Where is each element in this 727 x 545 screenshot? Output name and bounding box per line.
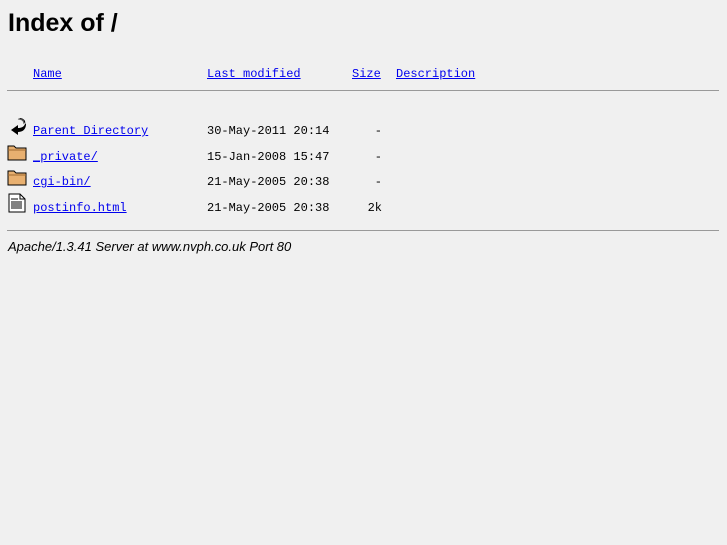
size-cell: - [374,175,382,189]
server-signature: Apache/1.3.41 Server at www.nvph.co.uk P… [8,239,292,254]
page-title: Index of / [8,9,118,37]
size-cell: - [374,124,382,138]
modified-cell: 30-May-2011 20:14 [207,124,330,138]
sort-modified-link[interactable]: Last modified [207,67,301,81]
divider [7,230,719,231]
file-link[interactable]: Parent Directory [33,124,148,138]
sort-description-link[interactable]: Description [396,67,475,81]
size-cell: - [374,149,382,164]
file-link[interactable]: cgi-bin/ [33,175,91,189]
sort-name-link[interactable]: Name [33,67,62,81]
modified-cell: 21-May-2005 20:38 [207,175,330,189]
back-icon [7,116,27,136]
folder-icon [7,167,27,187]
folder-icon [7,142,27,162]
divider [7,90,719,91]
modified-cell: 21-May-2005 20:38 [207,200,330,215]
file-link[interactable]: postinfo.html [33,201,127,215]
text-file-icon [7,193,27,213]
modified-cell: 15-Jan-2008 15:47 [207,149,330,164]
size-cell: 2k [367,200,382,215]
file-link[interactable]: _private/ [33,150,98,164]
sort-size-link[interactable]: Size [352,67,381,81]
